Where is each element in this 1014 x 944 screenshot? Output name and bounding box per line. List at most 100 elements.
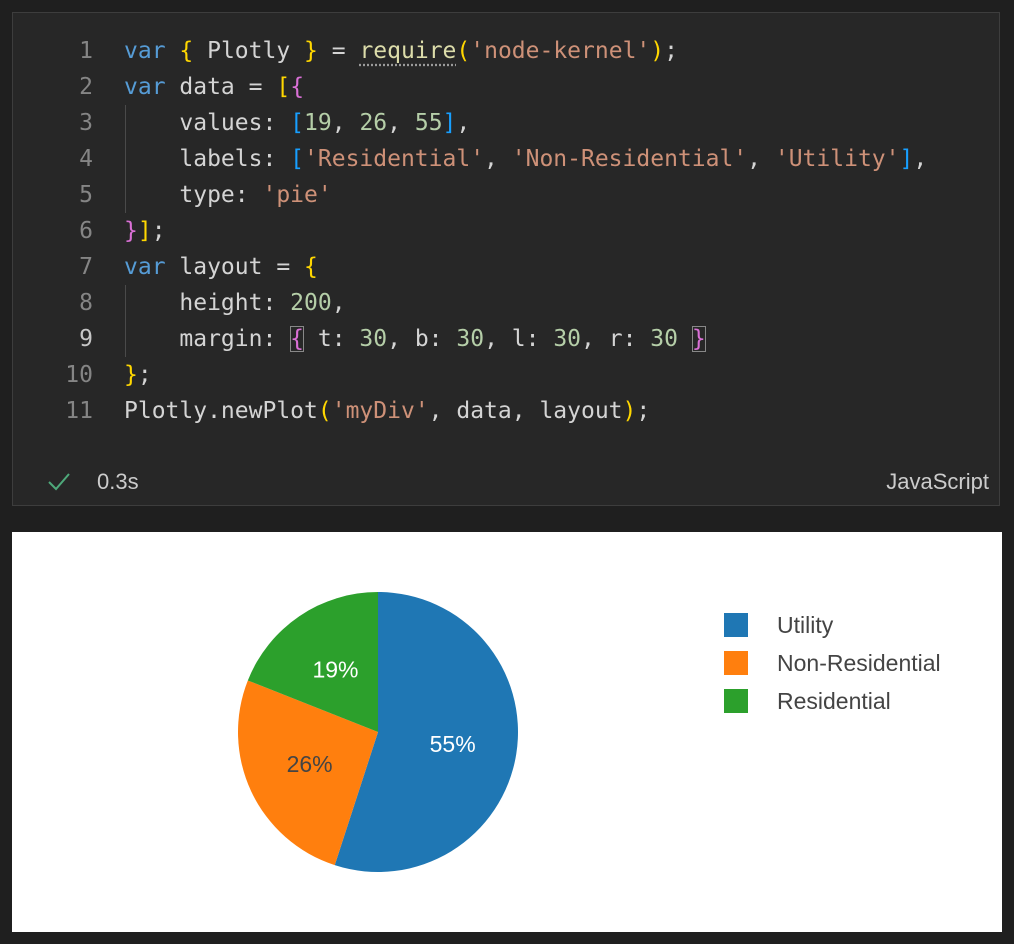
code-text[interactable]: var data = [{ (124, 69, 304, 105)
code-token: ] (442, 110, 457, 136)
legend-swatch (724, 689, 748, 713)
code-token: layout = (165, 254, 305, 280)
notebook-code-cell[interactable]: 1 var { Plotly } = require('node-kernel')… (12, 12, 1000, 506)
code-text[interactable]: var { Plotly } = require('node-kernel'); (124, 33, 678, 69)
code-token: require (359, 38, 457, 64)
legend-swatch (724, 613, 748, 637)
pie-slice-label: 26% (287, 751, 333, 777)
code-token: , (331, 110, 360, 136)
line-number: 8 (79, 290, 93, 316)
line-number: 6 (79, 218, 93, 244)
code-token: type: (124, 182, 263, 208)
code-text[interactable]: height: 200, (124, 285, 346, 321)
code-token: [ (290, 110, 305, 136)
pie-slice-label: 55% (430, 731, 476, 757)
code-token: var (124, 38, 166, 64)
code-token: , (484, 146, 512, 172)
legend-label: Utility (777, 612, 834, 638)
code-line[interactable]: 1 var { Plotly } = require('node-kernel')… (13, 33, 999, 69)
pie-slice-label: 19% (312, 656, 358, 682)
code-token: { (179, 38, 194, 64)
code-token: labels: (124, 146, 291, 172)
cell-output: 55% 26% 19% Utility Non-Residential Resident… (12, 532, 1002, 932)
line-number: 1 (79, 38, 93, 64)
pie-chart: 55% 26% 19% (238, 592, 518, 872)
code-token: 30 (456, 326, 485, 352)
line-number: 2 (79, 74, 93, 100)
code-token: 'pie' (262, 182, 332, 208)
code-text[interactable]: Plotly.newPlot('myDiv', data, layout); (124, 393, 650, 429)
code-token: = (317, 38, 360, 64)
code-token: ] (899, 146, 914, 172)
execution-time: 0.3s (97, 469, 139, 494)
line-number: 10 (65, 362, 93, 388)
line-number: 9 (79, 326, 93, 352)
code-token: } (304, 38, 318, 64)
code-token: 'Non-Residential' (511, 146, 748, 172)
code-token: ; (636, 398, 651, 424)
code-line[interactable]: 4 labels: ['Residential', 'Non-Residenti… (13, 141, 999, 177)
code-text[interactable]: }; (124, 357, 152, 393)
code-token: ) (622, 398, 637, 424)
code-token: Plotly.newPlot (124, 398, 318, 424)
code-token: } (124, 218, 138, 244)
code-token: , b: (387, 326, 457, 352)
code-token: 'myDiv' (331, 398, 429, 424)
code-token: 200 (290, 290, 332, 316)
code-line[interactable]: 2 var data = [{ (13, 69, 999, 105)
code-text[interactable]: values: [19, 26, 55], (124, 105, 470, 141)
code-editor[interactable]: 1 var { Plotly } = require('node-kernel')… (13, 33, 999, 429)
code-text[interactable]: margin: { t: 30, b: 30, l: 30, r: 30 } (124, 321, 706, 357)
code-text[interactable]: labels: ['Residential', 'Non-Residential… (124, 141, 927, 177)
cell-language-selector[interactable]: JavaScript (886, 469, 989, 495)
code-line[interactable]: 10}; (13, 357, 999, 393)
line-number: 3 (79, 110, 93, 136)
code-token: 'node-kernel' (470, 38, 651, 64)
code-token: [ (290, 146, 305, 172)
line-number: 7 (79, 254, 93, 280)
code-token: var (124, 254, 166, 280)
code-text[interactable]: }]; (124, 213, 166, 249)
code-line[interactable]: 11 Plotly.newPlot('myDiv', data, layout); (13, 393, 999, 429)
code-token: ( (456, 38, 471, 64)
code-token: 19 (304, 110, 332, 136)
code-token: 30 (553, 326, 582, 352)
code-token: ; (151, 218, 166, 244)
code-line[interactable]: 5 type: 'pie' (13, 177, 999, 213)
line-number: 11 (65, 398, 93, 424)
code-line[interactable]: 6}]; (13, 213, 999, 249)
code-token: 'Residential' (304, 146, 485, 172)
code-text[interactable]: type: 'pie' (124, 177, 332, 213)
legend-swatch (724, 651, 748, 675)
code-token: , (331, 290, 346, 316)
code-token: 30 (359, 326, 388, 352)
code-token: Plotly (193, 38, 305, 64)
code-text[interactable]: var layout = { (124, 249, 318, 285)
code-line[interactable]: 7 var layout = { (13, 249, 999, 285)
code-token: 55 (414, 110, 443, 136)
code-token: { (290, 326, 305, 352)
code-token: { (304, 254, 318, 280)
code-token: ; (664, 38, 678, 64)
line-number: 4 (79, 146, 93, 172)
code-line[interactable]: 3 values: [19, 26, 55], (13, 105, 999, 141)
code-token: var (124, 74, 166, 100)
indent-guide (125, 285, 126, 357)
code-token: data = (165, 74, 277, 100)
code-line[interactable]: 9 margin: { t: 30, b: 30, l: 30, r: 30 } (13, 321, 999, 357)
code-token: , (456, 110, 471, 136)
line-number: 5 (79, 182, 93, 208)
code-token: } (691, 326, 706, 352)
code-token: , (747, 146, 775, 172)
code-line[interactable]: 8 height: 200, (13, 285, 999, 321)
code-token: , l: (484, 326, 554, 352)
code-token: , (387, 110, 415, 136)
code-token: ; (137, 362, 152, 388)
code-token: , r: (581, 326, 651, 352)
legend-label: Non-Residential (777, 650, 941, 676)
code-token: t: (304, 326, 360, 352)
code-token: 30 (650, 326, 678, 352)
code-token: height: (124, 290, 291, 316)
